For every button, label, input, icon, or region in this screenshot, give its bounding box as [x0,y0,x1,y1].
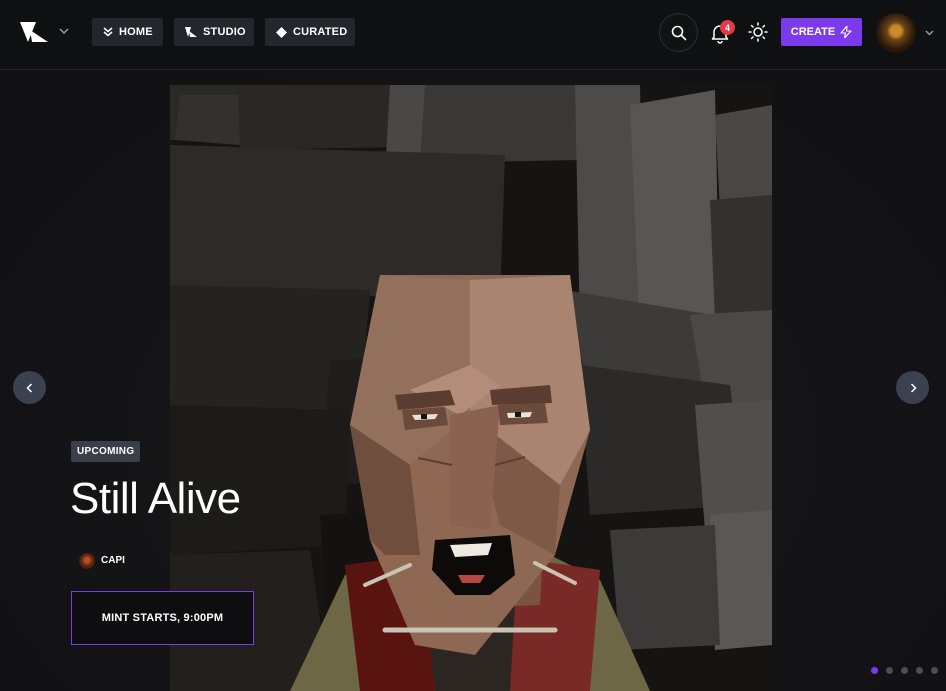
carousel-dot[interactable] [916,667,923,674]
create-button-label: CREATE [790,26,836,38]
carousel-prev-button[interactable] [13,371,46,404]
lightning-icon [840,26,852,38]
studio-icon [185,27,197,37]
nav-curated-label: CURATED [293,26,348,38]
carousel-dot[interactable] [931,667,938,674]
nav-studio-label: STUDIO [203,26,246,38]
create-button[interactable]: CREATE [781,18,862,46]
carousel-dot[interactable] [886,667,893,674]
nav-studio-button[interactable]: STUDIO [174,18,254,46]
artwork-image[interactable] [170,85,772,691]
top-navigation-bar: HOME STUDIO CURATED 4 CREATE [0,0,946,70]
carousel-dot[interactable] [901,667,908,674]
artwork-title: Still Alive [70,474,241,523]
status-badge: UPCOMING [71,441,141,462]
carousel-next-button[interactable] [896,371,929,404]
artist-name-link[interactable]: CAPI [101,555,125,566]
nav-home-label: HOME [119,26,153,38]
carousel-pagination [871,667,938,674]
artist-avatar[interactable] [79,553,95,569]
diamond-icon [276,26,287,38]
nav-curated-button[interactable]: CURATED [265,18,355,46]
carousel-dot[interactable] [871,667,878,674]
chevron-down-icon[interactable] [924,27,935,38]
logo-icon[interactable] [20,22,48,42]
search-icon [671,25,686,40]
search-button[interactable] [659,13,698,52]
notification-count-badge: 4 [720,20,735,35]
user-avatar[interactable] [876,13,916,53]
featured-hero-carousel: UPCOMING Still Alive CAPI MINT STARTS, 9… [0,71,946,691]
home-icon [103,27,113,37]
nav-home-button[interactable]: HOME [92,18,163,46]
arrow-right-icon [910,382,917,393]
arrow-left-icon [25,382,32,393]
mint-countdown-button[interactable]: MINT STARTS, 9:00PM [71,591,254,645]
sun-icon[interactable] [748,22,768,42]
chevron-down-icon[interactable] [58,25,70,37]
